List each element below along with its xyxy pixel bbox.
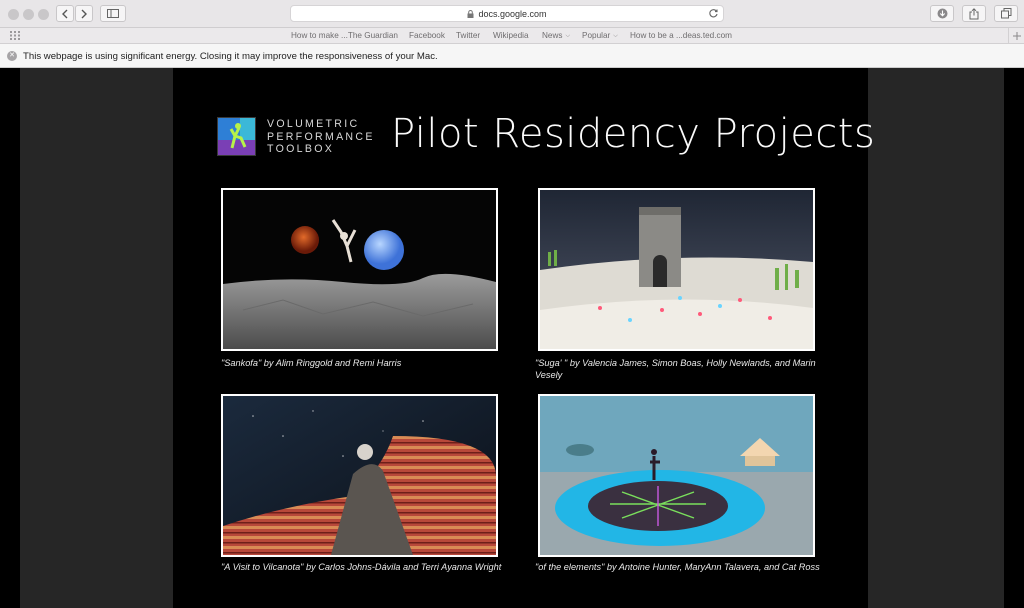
brand-line: VOLUMETRIC (267, 118, 360, 130)
new-tab-icon (1013, 32, 1021, 40)
close-window-button[interactable] (8, 9, 19, 20)
forward-button[interactable] (75, 5, 93, 22)
back-icon (62, 9, 68, 18)
project-image-of-the-elements (538, 394, 815, 557)
downloads-button[interactable] (930, 5, 954, 22)
sidebar-icon (107, 9, 119, 18)
reload-icon[interactable] (708, 8, 719, 19)
grid-icon[interactable] (10, 31, 21, 40)
favorite-link[interactable]: Facebook (409, 31, 445, 40)
page-background-right (868, 68, 1004, 608)
favorite-label: Popular (582, 31, 611, 40)
tabs-icon (1000, 8, 1011, 19)
project-image-sankofa (221, 188, 498, 351)
address-bar[interactable]: docs.google.com (290, 5, 724, 22)
project-image-vilcanota (221, 394, 498, 557)
new-tab-button[interactable] (1008, 28, 1024, 44)
energy-warning-banner: ✕ This webpage is using significant ener… (0, 44, 1024, 68)
toolbox-logo (217, 117, 256, 156)
favorite-folder-news[interactable]: News ⌵ (542, 31, 570, 40)
project-caption: "of the elements" by Antoine Hunter, Mar… (535, 562, 820, 572)
project-caption: "Sankofa" by Alim Ringgold and Remi Harr… (221, 358, 402, 368)
project-caption: "Suga' " by Valencia James, Simon Boas, … (535, 358, 816, 380)
forward-icon (81, 9, 87, 18)
project-caption: "A Visit to Vilcanota" by Carlos Johns-D… (221, 562, 502, 572)
favorite-link[interactable]: How to be a ...deas.ted.com (630, 31, 732, 40)
toolbox-brand: VOLUMETRIC PERFORMANCE TOOLBOX (267, 118, 375, 156)
brand-line: TOOLBOX (267, 143, 335, 156)
chevron-down-icon: ⌵ (565, 33, 571, 39)
brand-line: PERFORMANCE (267, 130, 375, 143)
favorite-link[interactable]: How to make ...The Guardian (291, 31, 398, 40)
zoom-window-button[interactable] (38, 9, 49, 20)
project-image-suga (538, 188, 815, 351)
minimize-window-button[interactable] (23, 9, 34, 20)
page-background-left (20, 68, 173, 608)
lock-icon (467, 9, 474, 18)
favorite-link[interactable]: Wikipedia (493, 31, 529, 40)
share-button[interactable] (962, 5, 986, 22)
show-tabs-button[interactable] (994, 5, 1018, 22)
favorites-bar: How to make ...The Guardian Facebook Twi… (0, 28, 1024, 44)
favorite-link[interactable]: Twitter (456, 31, 480, 40)
download-icon (937, 8, 947, 19)
slide-title: Pilot Residency Projects (391, 111, 876, 157)
close-icon[interactable]: ✕ (7, 51, 17, 61)
energy-warning-text: This webpage is using significant energy… (23, 51, 438, 62)
url-text: docs.google.com (478, 8, 547, 19)
favorite-folder-popular[interactable]: Popular ⌵ (582, 31, 618, 40)
chevron-down-icon: ⌵ (613, 33, 618, 39)
sidebar-button[interactable] (100, 5, 126, 22)
back-button[interactable] (56, 5, 74, 22)
favorite-label: News (542, 31, 563, 40)
presentation-slide: VOLUMETRIC PERFORMANCE TOOLBOX Pilot Res… (173, 84, 875, 608)
share-icon (969, 7, 979, 19)
browser-toolbar: docs.google.com (0, 0, 1024, 28)
